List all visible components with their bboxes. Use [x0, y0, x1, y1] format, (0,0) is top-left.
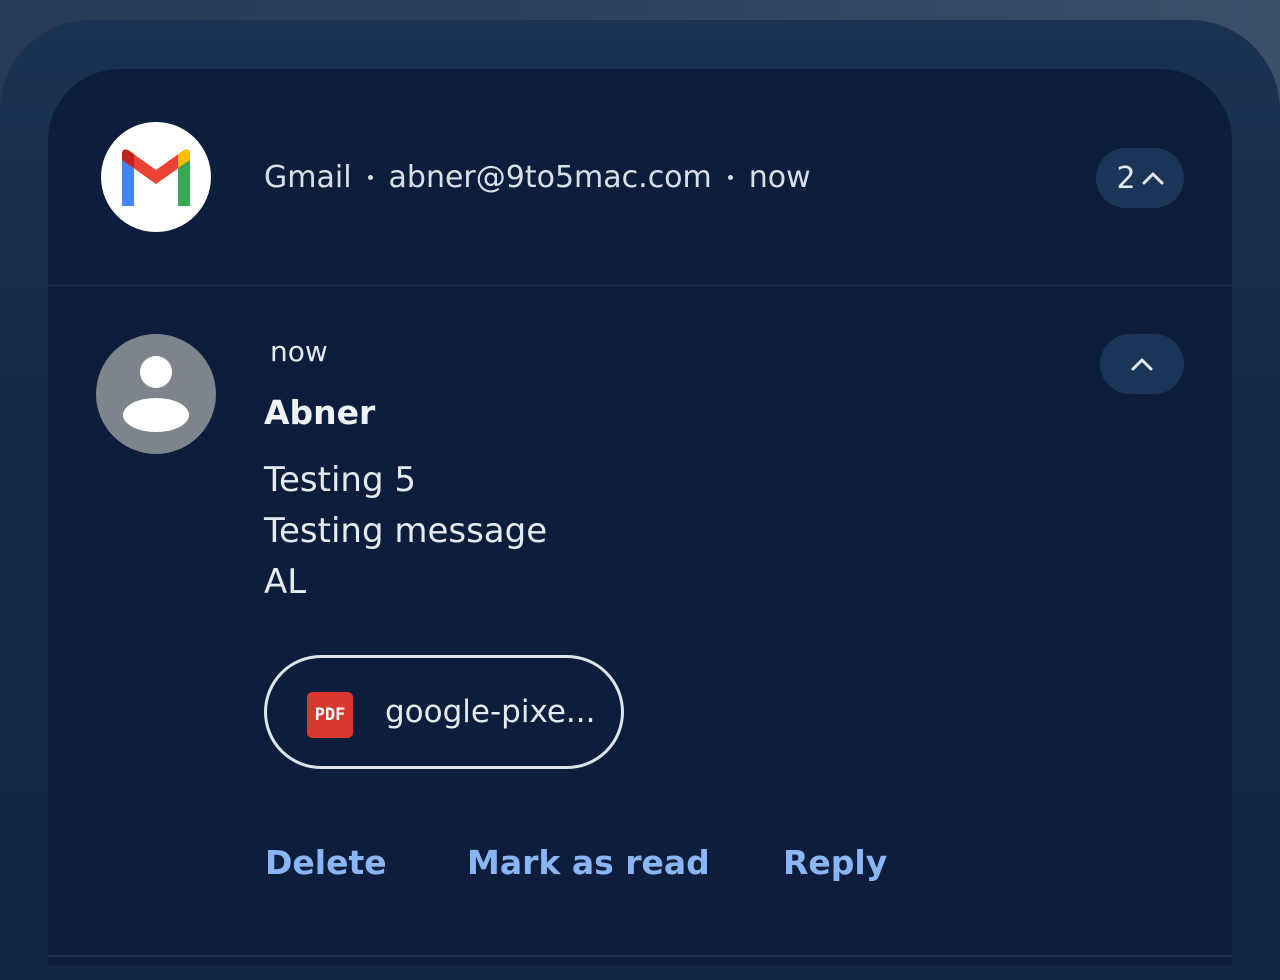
- person-silhouette-icon: [123, 356, 189, 432]
- reply-button[interactable]: Reply: [783, 843, 887, 882]
- message-time: now: [270, 335, 328, 368]
- mark-as-read-button[interactable]: Mark as read: [467, 843, 710, 882]
- attachment-chip[interactable]: PDF google-pixe...: [264, 655, 624, 769]
- header-meta: Gmail abner@9to5mac.com now: [264, 155, 811, 199]
- attachment-name: google-pixe...: [385, 694, 596, 730]
- sender-name: Abner: [264, 393, 376, 432]
- gmail-m-icon: [122, 149, 190, 206]
- divider: [48, 955, 1232, 957]
- divider: [48, 285, 1232, 286]
- delete-button[interactable]: Delete: [265, 843, 387, 882]
- person-avatar-icon: [96, 334, 216, 454]
- chevron-up-icon: [1142, 172, 1164, 185]
- message-subject: Testing 5: [264, 460, 416, 500]
- message-signature: AL: [264, 562, 307, 602]
- gmail-notification-card[interactable]: Gmail abner@9to5mac.com now 2 now Abner …: [48, 69, 1232, 965]
- chevron-up-icon: [1131, 358, 1153, 371]
- notification-header[interactable]: Gmail abner@9to5mac.com now 2: [48, 69, 1232, 285]
- separator-dot: [727, 174, 733, 180]
- group-expand-button[interactable]: 2: [1096, 148, 1184, 208]
- account-email: abner@9to5mac.com: [388, 159, 712, 195]
- header-time: now: [748, 159, 811, 195]
- separator-dot: [367, 174, 373, 180]
- app-name: Gmail: [264, 159, 352, 195]
- collapse-button[interactable]: [1100, 334, 1184, 394]
- gmail-logo-icon: [101, 122, 211, 232]
- message-snippet: Testing message: [264, 511, 548, 551]
- notification-count: 2: [1116, 160, 1136, 196]
- pdf-icon: PDF: [307, 692, 353, 738]
